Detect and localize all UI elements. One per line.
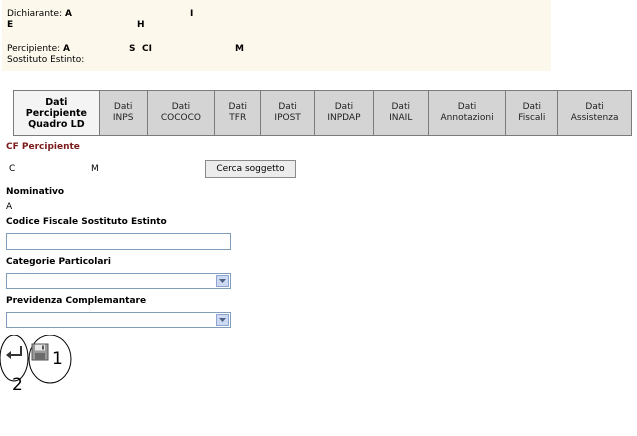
tab-label: Dati Fiscali — [518, 102, 546, 123]
tab-label: Dati IPOST — [274, 102, 301, 123]
categorie-particolari-select[interactable] — [6, 273, 231, 289]
tab-dati-annotazioni[interactable]: Dati Annotazioni — [429, 91, 507, 135]
tab-label: Dati COCOCO — [160, 102, 201, 123]
dichiarante-tail: I — [190, 9, 194, 19]
codice-fiscale-sostituto-label: Codice Fiscale Sostituto Estinto — [6, 217, 167, 227]
back-arrow-icon[interactable] — [4, 345, 24, 361]
annotation-number-1: 1 — [52, 349, 63, 369]
tab-label: Dati Percipiente Quadro LD — [25, 96, 87, 130]
sostituto-estinto-label: Sostituto Estinto: — [7, 55, 85, 65]
cerca-soggetto-button[interactable]: Cerca soggetto — [205, 160, 296, 178]
tab-label: Dati INAIL — [389, 102, 413, 123]
tab-dati-fiscali[interactable]: Dati Fiscali — [506, 91, 559, 135]
percipiente-value: A — [63, 44, 70, 54]
tab-label: Dati INPS — [112, 102, 134, 123]
nominativo-label: Nominativo — [6, 187, 65, 197]
tab-label: Dati Assistenza — [570, 102, 619, 123]
tab-dati-percipiente[interactable]: Dati Percipiente Quadro LD — [14, 91, 100, 135]
dichiarante-line2-end: H — [137, 20, 145, 30]
previdenza-complementare-label: Previdenza Complemantare — [6, 296, 147, 306]
dichiarante-line2-start: E — [7, 20, 14, 30]
tab-dati-ipost[interactable]: Dati IPOST — [261, 91, 316, 135]
annotation-number-2: 2 — [12, 375, 23, 395]
tab-bar: Dati Percipiente Quadro LD Dati INPS Dat… — [13, 90, 632, 136]
codice-fiscale-sostituto-input[interactable] — [6, 233, 231, 250]
chevron-down-icon[interactable] — [216, 275, 229, 287]
percipiente-mid2: CI — [142, 44, 152, 54]
chevron-down-icon[interactable] — [216, 314, 229, 326]
tab-label: Dati TFR — [228, 102, 248, 123]
tab-dati-inail[interactable]: Dati INAIL — [374, 91, 429, 135]
percipiente-label: Percipiente: — [7, 44, 61, 54]
cf-percipiente-value-start: C — [9, 164, 16, 174]
tab-dati-inps[interactable]: Dati INPS — [100, 91, 148, 135]
tab-dati-tfr[interactable]: Dati TFR — [215, 91, 262, 135]
tab-dati-assistenza[interactable]: Dati Assistenza — [558, 91, 631, 135]
tab-label: Dati INPDAP — [327, 102, 361, 123]
dichiarante-line: Dichiarante: A — [7, 9, 72, 19]
previdenza-complementare-select[interactable] — [6, 312, 231, 328]
categorie-particolari-label: Categorie Particolari — [6, 257, 111, 267]
percipiente-mid1: S — [129, 44, 136, 54]
cf-percipiente-value-end: M — [91, 164, 99, 174]
nominativo-value: A — [6, 202, 13, 212]
cf-percipiente-label: CF Percipiente — [6, 142, 80, 152]
header-info-box: Dichiarante: A I E H Percipiente: A S CI… — [2, 0, 551, 71]
tab-dati-cococo[interactable]: Dati COCOCO — [148, 91, 216, 135]
tab-label: Dati Annotazioni — [440, 102, 494, 123]
tab-dati-inpdap[interactable]: Dati INPDAP — [315, 91, 374, 135]
percipiente-tail: M — [235, 44, 244, 54]
save-disk-icon[interactable] — [31, 343, 49, 361]
dichiarante-value: A — [65, 9, 72, 19]
dichiarante-label: Dichiarante: — [7, 9, 63, 19]
percipiente-line: Percipiente: A — [7, 44, 70, 54]
